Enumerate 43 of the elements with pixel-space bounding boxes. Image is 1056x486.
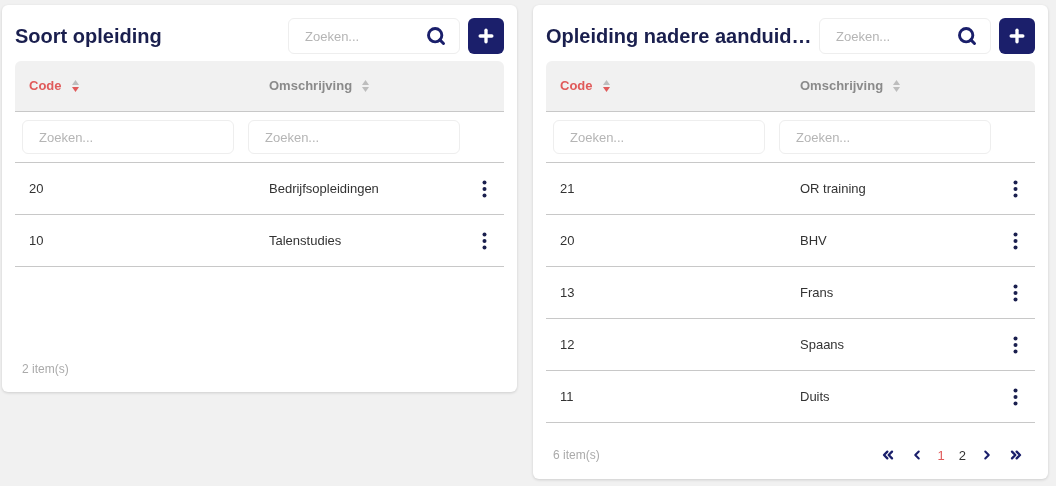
search-field[interactable]: Zoeken... xyxy=(819,18,991,54)
table-cell-text: 13 xyxy=(559,283,576,302)
page-button[interactable]: 1 xyxy=(937,445,945,465)
add-button[interactable] xyxy=(468,18,504,54)
column-header[interactable]: Omschrijving xyxy=(800,76,884,96)
table-cell-text: Spaans xyxy=(799,335,846,354)
plus-icon xyxy=(1007,26,1027,46)
filter-field[interactable]: Zoeken... xyxy=(22,120,234,154)
table-cell-text: 10 xyxy=(28,231,45,250)
table-cell-text: 21 xyxy=(559,179,576,198)
more-options-icon[interactable] xyxy=(1012,387,1018,406)
more-options-icon[interactable] xyxy=(481,179,487,198)
search-icon[interactable] xyxy=(957,26,977,46)
search-field[interactable]: Zoeken... xyxy=(288,18,460,54)
table-cell-text: OR training xyxy=(799,179,867,198)
more-options-icon[interactable] xyxy=(481,231,487,250)
item-count: 2 item(s) xyxy=(22,361,69,378)
column-header[interactable]: Omschrijving xyxy=(269,76,353,96)
search-icon[interactable] xyxy=(426,26,446,46)
more-options-icon[interactable] xyxy=(1012,335,1018,354)
table-cell-text: BHV xyxy=(799,231,828,250)
table-cell-text: Frans xyxy=(799,283,835,302)
table-cell-text: Talenstudies xyxy=(268,231,343,250)
column-header[interactable]: Code xyxy=(560,76,593,96)
more-options-icon[interactable] xyxy=(1012,283,1018,302)
table-cell-text: 12 xyxy=(559,335,576,354)
table-cell-text: 20 xyxy=(28,179,45,198)
filter-field[interactable]: Zoeken... xyxy=(248,120,460,154)
page-button[interactable]: 2 xyxy=(958,445,966,465)
more-options-icon[interactable] xyxy=(1012,179,1018,198)
panel-title: Opleiding nadere aanduid… xyxy=(546,26,813,46)
panel-title: Soort opleiding xyxy=(15,26,163,46)
table-cell-text: 20 xyxy=(559,231,576,250)
table-cell-text: 11 xyxy=(559,387,575,406)
column-header[interactable]: Code xyxy=(29,76,62,96)
plus-icon xyxy=(476,26,496,46)
table-cell-text: Duits xyxy=(799,387,831,406)
table-cell-text: Bedrijfsopleidingen xyxy=(268,179,380,198)
more-options-icon[interactable] xyxy=(1012,231,1018,250)
item-count: 6 item(s) xyxy=(553,447,600,465)
filter-field[interactable]: Zoeken... xyxy=(553,120,765,154)
filter-field[interactable]: Zoeken... xyxy=(779,120,991,154)
add-button[interactable] xyxy=(999,18,1035,54)
